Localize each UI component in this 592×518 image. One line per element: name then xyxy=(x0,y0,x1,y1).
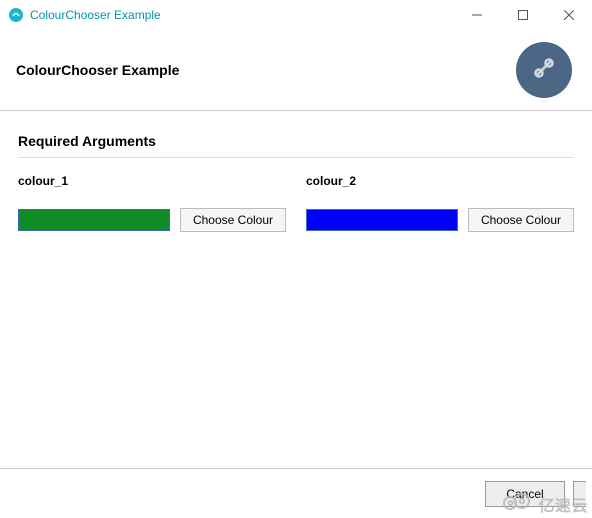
page-title: ColourChooser Example xyxy=(16,62,179,78)
choose-colour-2-button[interactable]: Choose Colour xyxy=(468,208,574,232)
fields-row: colour_1 Choose Colour colour_2 Choose C… xyxy=(18,174,574,232)
picker-colour-1: Choose Colour xyxy=(18,208,286,232)
swatch-colour-1[interactable] xyxy=(18,209,170,231)
section-title: Required Arguments xyxy=(18,133,574,149)
header: ColourChooser Example xyxy=(0,30,592,98)
window-controls xyxy=(454,0,592,30)
close-button[interactable] xyxy=(546,0,592,30)
field-colour-1: colour_1 Choose Colour xyxy=(18,174,286,232)
cancel-button[interactable]: Cancel xyxy=(485,481,565,507)
maximize-button[interactable] xyxy=(500,0,546,30)
footer: Cancel xyxy=(0,468,592,518)
label-colour-2: colour_2 xyxy=(306,174,574,188)
settings-wrench-icon xyxy=(529,53,559,88)
titlebar-left: ColourChooser Example xyxy=(8,7,161,23)
window-title: ColourChooser Example xyxy=(30,8,161,22)
field-colour-2: colour_2 Choose Colour xyxy=(306,174,574,232)
content-area: Required Arguments colour_1 Choose Colou… xyxy=(0,111,592,254)
picker-colour-2: Choose Colour xyxy=(306,208,574,232)
label-colour-1: colour_1 xyxy=(18,174,286,188)
choose-colour-1-button[interactable]: Choose Colour xyxy=(180,208,286,232)
start-button-peek[interactable] xyxy=(573,481,586,507)
settings-button[interactable] xyxy=(516,42,572,98)
app-icon xyxy=(8,7,24,23)
minimize-button[interactable] xyxy=(454,0,500,30)
section-divider xyxy=(18,157,574,158)
swatch-colour-2[interactable] xyxy=(306,209,458,231)
titlebar: ColourChooser Example xyxy=(0,0,592,30)
